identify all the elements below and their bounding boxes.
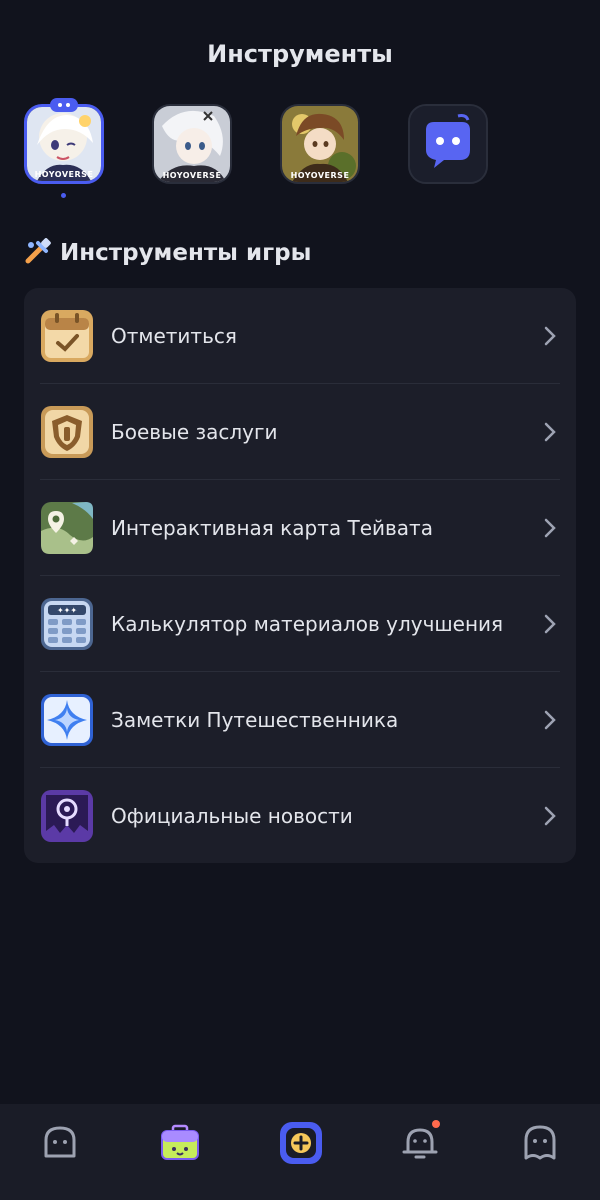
notification-badge [432, 1120, 440, 1128]
game-tools-list: Отметиться Боевые заслуги Интерактивная … [24, 288, 576, 863]
svg-text:✦✦✦: ✦✦✦ [57, 606, 77, 615]
game-switcher: HOYOVERSE HOYOVERSE HOYOVERSE [24, 98, 584, 200]
chevron-right-icon [544, 518, 556, 538]
profile-tab[interactable] [520, 1122, 560, 1162]
hoyoverse-badge: HOYOVERSE [34, 170, 94, 179]
notifications-tab[interactable] [400, 1120, 440, 1162]
active-game-marker-icon [50, 98, 78, 112]
ghost-home-icon [44, 1126, 76, 1158]
calculator-icon: ✦✦✦ [40, 597, 94, 651]
check-in-calendar-icon [40, 309, 94, 363]
hoyoverse-badge: HOYOVERSE [290, 171, 350, 180]
chevron-right-icon [544, 326, 556, 346]
active-indicator-dot [61, 193, 66, 198]
tool-label: Отметиться [111, 324, 237, 348]
toolbox-icon [161, 1124, 199, 1160]
tool-label: Официальные новости [111, 804, 353, 828]
tool-label: Калькулятор материалов улучшения [111, 612, 504, 636]
bottom-tab-bar [0, 1104, 600, 1200]
profile-icon [524, 1125, 556, 1160]
chevron-right-icon [544, 710, 556, 730]
tool-label: Интерактивная карта Тейвата [111, 516, 433, 540]
battle-merits-shield-icon [40, 405, 94, 459]
section-header: Инструменты игры [24, 236, 311, 270]
section-title: Инструменты игры [60, 240, 312, 266]
game-icon-community[interactable] [408, 104, 488, 184]
toolbox-tab[interactable] [160, 1122, 200, 1162]
tool-row-traveler-notes[interactable]: Заметки Путешественника [24, 672, 576, 768]
chevron-right-icon [544, 422, 556, 442]
tool-label: Боевые заслуги [111, 420, 278, 444]
game-icon-tears[interactable]: HOYOVERSE [280, 104, 360, 184]
plus-square-icon [280, 1122, 322, 1164]
tool-row-teyvat-map[interactable]: Интерактивная карта Тейвата [24, 480, 576, 576]
home-tab[interactable] [40, 1122, 80, 1162]
chevron-right-icon [544, 614, 556, 634]
teyvat-map-icon [40, 501, 94, 555]
chevron-right-icon [544, 806, 556, 826]
tool-row-battle-merits[interactable]: Боевые заслуги [24, 384, 576, 480]
tool-row-official-news[interactable]: Официальные новости [24, 768, 576, 864]
create-tab[interactable] [278, 1120, 324, 1166]
hoyoverse-badge: HOYOVERSE [162, 171, 222, 180]
tool-row-calculator[interactable]: ✦✦✦ Калькулятор материалов улучшения [24, 576, 576, 672]
game-icon-genshin[interactable]: HOYOVERSE [24, 104, 104, 184]
tool-row-check-in[interactable]: Отметиться [24, 288, 576, 384]
bell-icon [402, 1128, 438, 1159]
game-icon-honkai[interactable]: HOYOVERSE [152, 104, 232, 184]
news-icon [40, 789, 94, 843]
page-title: Инструменты [207, 40, 393, 68]
tool-label: Заметки Путешественника [111, 708, 399, 732]
tools-icon [24, 237, 52, 269]
star-notes-icon [40, 693, 94, 747]
